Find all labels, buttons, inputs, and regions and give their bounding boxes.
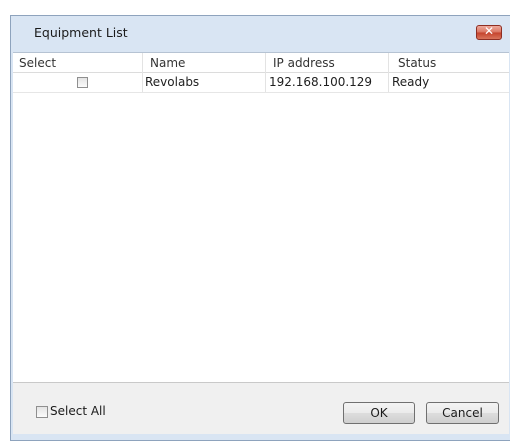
select-cell [13, 73, 143, 92]
column-header-name[interactable]: Name [143, 53, 266, 73]
close-button[interactable]: ✕ [476, 24, 502, 40]
name-cell: Revolabs [143, 73, 266, 92]
ok-button[interactable]: OK [343, 402, 415, 424]
status-cell: Ready [392, 75, 430, 89]
column-header-select[interactable]: Select [13, 53, 143, 73]
equipment-list-dialog: Equipment List ✕ Select Name IP address … [10, 15, 510, 441]
row-select-checkbox[interactable] [77, 77, 88, 88]
ip-address-cell: 192.168.100.129 [266, 73, 389, 92]
cancel-button[interactable]: Cancel [426, 402, 499, 424]
dialog-body: Select Name IP address Status Revolabs 1… [13, 52, 509, 434]
column-header-status[interactable]: Status [389, 53, 509, 73]
close-icon: ✕ [483, 24, 495, 38]
select-all-checkbox[interactable] [36, 406, 48, 418]
select-all-label[interactable]: Select All [50, 404, 106, 418]
equipment-table[interactable]: Select Name IP address Status Revolabs 1… [13, 53, 509, 383]
table-row[interactable]: Revolabs 192.168.100.129 Ready [13, 73, 509, 93]
window-title: Equipment List [34, 25, 128, 40]
column-header-ip-address[interactable]: IP address [266, 53, 389, 73]
title-bar[interactable]: Equipment List ✕ [11, 16, 510, 52]
table-header: Select Name IP address Status [13, 53, 509, 73]
